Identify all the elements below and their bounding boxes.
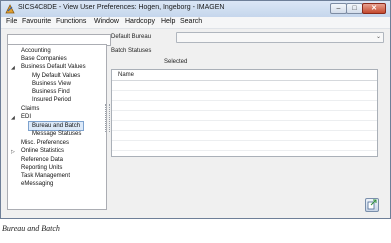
- tree-item-insured-period[interactable]: Insured Period: [32, 96, 71, 104]
- tree-item-online-statistics[interactable]: Online Statistics: [21, 147, 64, 155]
- chevron-down-icon: ⌄: [375, 34, 381, 40]
- tree-item-business-view[interactable]: Business View: [32, 80, 71, 88]
- default-bureau-label: Default Bureau: [111, 34, 152, 40]
- batch-statuses-label: Batch Statuses: [111, 48, 152, 54]
- minimize-button[interactable]: –: [330, 3, 347, 14]
- menu-window[interactable]: Window: [94, 18, 119, 25]
- menu-file[interactable]: File: [6, 18, 17, 25]
- preferences-tree: Accounting Base Companies ◢ Business Def…: [7, 44, 107, 210]
- grid-header: Name: [112, 70, 377, 81]
- menu-hardcopy[interactable]: Hardcopy: [125, 18, 155, 25]
- app-logo-icon: [5, 4, 15, 14]
- table-row[interactable]: [112, 101, 377, 111]
- maximize-button[interactable]: □: [346, 3, 363, 14]
- tree-item-reporting-units[interactable]: Reporting Units: [21, 164, 62, 172]
- table-row[interactable]: [112, 111, 377, 121]
- tree-item-claims[interactable]: Claims: [21, 105, 39, 113]
- export-icon: [367, 199, 377, 210]
- tree-item-business-find[interactable]: Business Find: [32, 88, 70, 96]
- title-bar: SICS4C8DE - View User Preferences: Hogen…: [1, 1, 390, 17]
- selected-column-label: Selected: [164, 59, 188, 65]
- tree-item-emessaging[interactable]: eMessaging: [21, 180, 53, 188]
- default-bureau-dropdown[interactable]: ⌄: [176, 32, 384, 43]
- close-button[interactable]: ✕: [362, 3, 386, 14]
- tree-item-edi[interactable]: EDI: [21, 113, 31, 121]
- table-row[interactable]: [112, 141, 377, 151]
- table-row[interactable]: [112, 91, 377, 101]
- triangle-down-icon[interactable]: ◢: [11, 115, 15, 121]
- app-window: SICS4C8DE - View User Preferences: Hogen…: [0, 0, 391, 219]
- table-row[interactable]: [112, 131, 377, 141]
- tree-item-business-default-values[interactable]: Business Default Values: [21, 63, 86, 71]
- tree-item-task-management[interactable]: Task Management: [21, 172, 70, 180]
- menu-help[interactable]: Help: [161, 18, 175, 25]
- tree-item-misc-preferences[interactable]: Misc. Preferences: [21, 139, 69, 147]
- menu-search[interactable]: Search: [180, 18, 202, 25]
- grid-header-name[interactable]: Name: [118, 72, 134, 78]
- window-title: SICS4C8DE - View User Preferences: Hogen…: [18, 4, 225, 11]
- triangle-right-icon[interactable]: ▷: [11, 149, 15, 155]
- panel-splitter[interactable]: [105, 104, 110, 132]
- tree-item-reference-data[interactable]: Reference Data: [21, 156, 63, 164]
- batch-statuses-grid[interactable]: Name: [111, 69, 378, 157]
- menu-functions[interactable]: Functions: [56, 18, 86, 25]
- table-row[interactable]: [112, 121, 377, 131]
- tree-item-message-statuses[interactable]: Message Statuses: [32, 130, 81, 138]
- menu-bar: File Favourite Functions Window Hardcopy…: [1, 17, 390, 29]
- menu-favourite[interactable]: Favourite: [22, 18, 51, 25]
- tree-item-my-default-values[interactable]: My Default Values: [32, 72, 80, 80]
- tree-item-base-companies[interactable]: Base Companies: [21, 55, 67, 63]
- export-button[interactable]: [365, 198, 379, 212]
- tree-item-accounting[interactable]: Accounting: [21, 47, 51, 55]
- triangle-down-icon[interactable]: ◢: [11, 65, 15, 71]
- figure-caption: Bureau and Batch: [2, 224, 60, 233]
- table-row[interactable]: [112, 81, 377, 91]
